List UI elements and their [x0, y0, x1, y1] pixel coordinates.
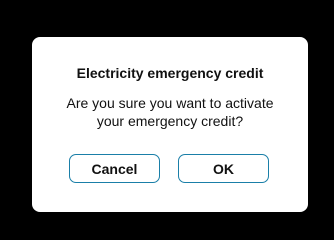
dialog-message-line-2: your emergency credit?	[96, 113, 244, 129]
dialog-message: Are you sure you want to activate your e…	[42, 94, 298, 130]
cancel-button[interactable]: Cancel	[69, 154, 160, 183]
emergency-credit-dialog: Electricity emergency credit Are you sur…	[32, 37, 308, 212]
dialog-message-line-1: Are you sure you want to activate	[66, 95, 274, 111]
dialog-title: Electricity emergency credit	[76, 65, 264, 81]
ok-button[interactable]: OK	[178, 154, 269, 183]
